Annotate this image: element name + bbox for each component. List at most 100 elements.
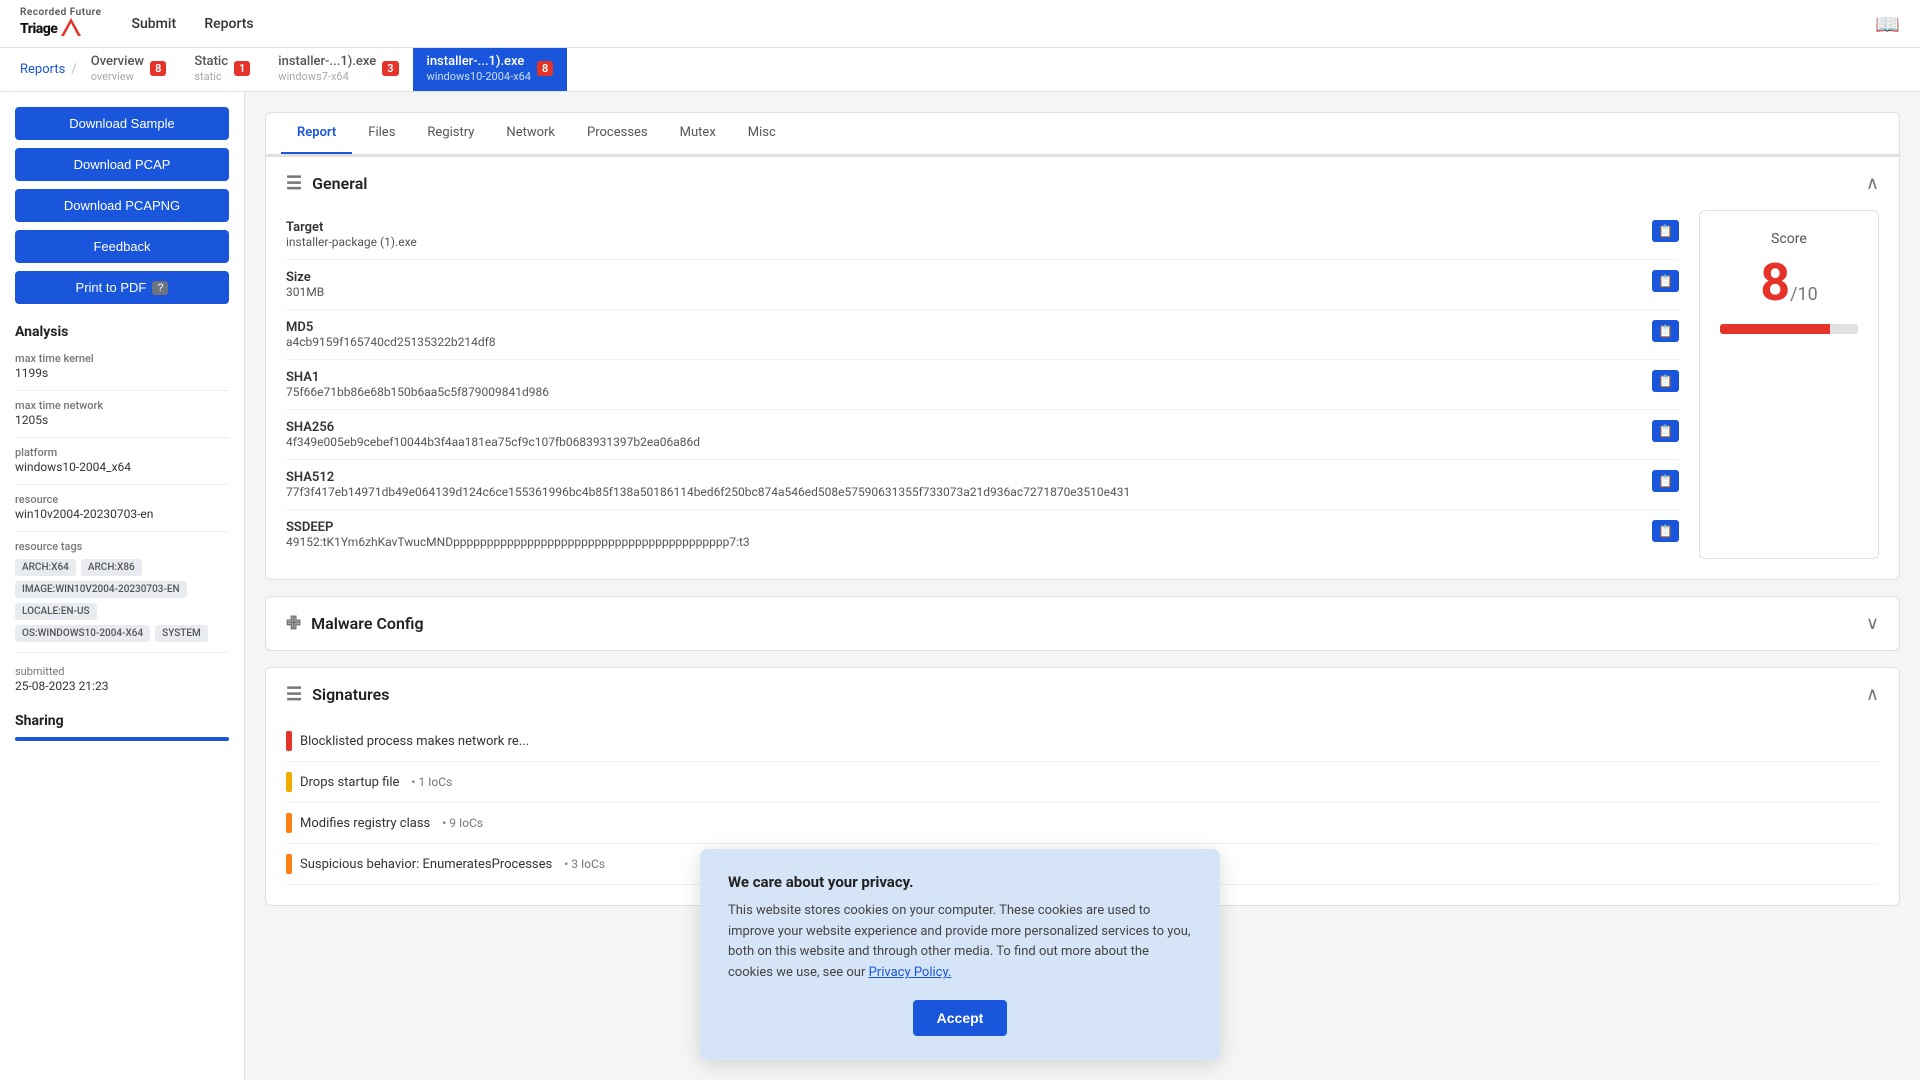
accept-cookies-button[interactable]: Accept	[913, 1000, 1008, 1036]
cookie-text: This website stores cookies on your comp…	[728, 901, 1192, 984]
download-pcap-button[interactable]: Download PCAP	[15, 148, 229, 181]
content-tab-misc[interactable]: Misc	[732, 113, 792, 154]
content-tab-network[interactable]: Network	[490, 113, 571, 154]
general-toggle-icon[interactable]: ∧	[1866, 173, 1879, 194]
signature-item: Blocklisted process makes network re...	[286, 721, 1879, 762]
tab-installer1-sub: windows7-x64	[278, 70, 376, 83]
tab-static-badge: 1	[234, 61, 250, 76]
info-value: 49152:tK1Ym6zhKavTwucMNDpppppppppppppppp…	[286, 535, 1642, 549]
tab-overview-sub: overview	[91, 70, 144, 83]
copy-button[interactable]: 📋	[1652, 220, 1679, 242]
info-value: installer-package (1).exe	[286, 235, 1642, 249]
main-nav: Submit Reports	[132, 16, 279, 32]
general-section-header[interactable]: ☰ General ∧	[266, 157, 1899, 210]
signature-ioc: • 1 IoCs	[411, 775, 452, 789]
submitted-value: 25-08-2023 21:23	[15, 679, 229, 693]
download-sample-button[interactable]: Download Sample	[15, 107, 229, 140]
malware-config-title: ✙ Malware Config	[286, 613, 424, 634]
analysis-title: Analysis	[15, 324, 229, 340]
general-fields: Target installer-package (1).exe 📋 Size …	[286, 210, 1679, 559]
copy-button[interactable]: 📋	[1652, 470, 1679, 492]
analysis-resource: resource win10v2004-20230703-en	[15, 493, 229, 521]
tab-installer1-badge: 3	[382, 61, 398, 76]
cookie-box: We care about your privacy. This website…	[700, 849, 1220, 1060]
nav-submit[interactable]: Submit	[132, 2, 177, 46]
tab-static[interactable]: Static static 1	[180, 48, 264, 92]
breadcrumb-reports[interactable]: Reports	[20, 62, 65, 77]
app-name: Triage	[20, 18, 102, 40]
platform-value: windows10-2004_x64	[15, 460, 229, 474]
general-section-title: ☰ General	[286, 173, 367, 194]
info-label: SSDEEP	[286, 520, 1642, 535]
content-tab-files[interactable]: Files	[352, 113, 411, 154]
sharing-bar	[15, 737, 229, 741]
resource-label: resource	[15, 493, 229, 506]
copy-button[interactable]: 📋	[1652, 270, 1679, 292]
signatures-toggle-icon[interactable]: ∧	[1866, 684, 1879, 705]
info-value: 301MB	[286, 285, 1642, 299]
resource-value: win10v2004-20230703-en	[15, 507, 229, 521]
brand-name: Recorded Future	[20, 7, 102, 18]
resource-tag: ARCH:X86	[81, 559, 142, 576]
analysis-resource-tags: resource tags ARCH:X64 ARCH:X86 IMAGE:WIN1…	[15, 540, 229, 642]
resource-tag: OS:WINDOWS10-2004-X64	[15, 625, 150, 642]
content-tab-registry[interactable]: Registry	[411, 113, 490, 154]
book-icon[interactable]: 📖	[1875, 12, 1900, 36]
copy-button[interactable]: 📋	[1652, 370, 1679, 392]
tab-installer1[interactable]: installer-...1).exe windows7-x64 3	[264, 48, 412, 92]
feedback-button[interactable]: Feedback	[15, 230, 229, 263]
signatures-title: ☰ Signatures	[286, 684, 389, 705]
resource-tag: IMAGE:WIN10V2004-20230703-EN	[15, 581, 187, 598]
nav-reports[interactable]: Reports	[204, 2, 253, 46]
signature-text: Blocklisted process makes network re...	[300, 734, 529, 749]
info-label: SHA256	[286, 420, 1642, 435]
sharing-title: Sharing	[15, 713, 229, 729]
content-tab-mutex[interactable]: Mutex	[664, 113, 732, 154]
malware-config-section: ✙ Malware Config ∨	[265, 596, 1900, 651]
content-tab-processes[interactable]: Processes	[571, 113, 664, 154]
signatures-header[interactable]: ☰ Signatures ∧	[266, 668, 1899, 721]
content-tab-list: ReportFilesRegistryNetworkProcessesMutex…	[266, 113, 1899, 155]
malware-config-header[interactable]: ✙ Malware Config ∨	[266, 597, 1899, 650]
tab-installer2[interactable]: installer-...1).exe windows10-2004-x64 8	[413, 48, 568, 92]
info-value: a4cb9159f165740cd25135322b214df8	[286, 335, 1642, 349]
privacy-policy-link[interactable]: Privacy Policy.	[869, 965, 952, 980]
copy-button[interactable]: 📋	[1652, 320, 1679, 342]
resource-tags-label: resource tags	[15, 540, 229, 553]
print-to-pdf-button[interactable]: Print to PDF ?	[15, 271, 229, 304]
tab-installer2-label: installer-...1).exe	[427, 54, 531, 69]
tab-overview[interactable]: Overview overview 8	[77, 48, 181, 92]
download-pcapng-button[interactable]: Download PCAPNG	[15, 189, 229, 222]
content-tab-report[interactable]: Report	[281, 113, 352, 154]
score-box: Score 8/10	[1699, 210, 1879, 559]
score-display: 8/10	[1720, 257, 1858, 309]
info-label: Target	[286, 220, 1642, 235]
resource-tag: ARCH:X64	[15, 559, 76, 576]
help-badge: ?	[152, 281, 168, 295]
info-row: MD5 a4cb9159f165740cd25135322b214df8 📋	[286, 310, 1679, 360]
score-value: 8	[1760, 252, 1790, 313]
signature-text: Drops startup file	[300, 775, 399, 790]
logo-triangle-icon	[61, 18, 81, 40]
analysis-platform: platform windows10-2004_x64	[15, 446, 229, 474]
cookie-banner: We care about your privacy. This website…	[0, 829, 1920, 1080]
analysis-max-time-kernel: max time kernel 1199s	[15, 352, 229, 380]
info-label: SHA512	[286, 470, 1642, 485]
brand-logo: Recorded Future Triage	[20, 7, 102, 40]
tab-installer1-label: installer-...1).exe	[278, 54, 376, 69]
general-section-body: Target installer-package (1).exe 📋 Size …	[266, 210, 1899, 579]
general-content: Target installer-package (1).exe 📋 Size …	[286, 210, 1879, 559]
general-section: ☰ General ∧ Target installer-package (1)…	[265, 156, 1900, 580]
copy-button[interactable]: 📋	[1652, 420, 1679, 442]
copy-button[interactable]: 📋	[1652, 520, 1679, 542]
info-value: 4f349e005eb9cebef10044b3f4aa181ea75cf9c1…	[286, 435, 1642, 449]
tab-installer2-badge: 8	[537, 61, 553, 76]
cookie-title: We care about your privacy.	[728, 873, 1192, 891]
submitted-label: submitted	[15, 665, 229, 678]
signature-severity-badge	[286, 772, 292, 792]
info-row: SSDEEP 49152:tK1Ym6zhKavTwucMNDppppppppp…	[286, 510, 1679, 559]
app-header: Recorded Future Triage Submit Reports 📖	[0, 0, 1920, 48]
platform-label: platform	[15, 446, 229, 459]
analysis-section: Analysis max time kernel 1199s max time …	[15, 324, 229, 693]
malware-config-toggle-icon[interactable]: ∨	[1866, 613, 1879, 634]
